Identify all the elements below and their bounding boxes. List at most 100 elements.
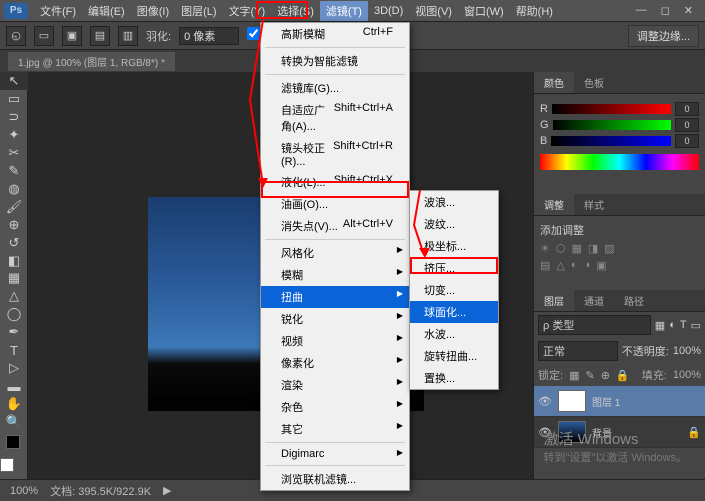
intersect-sel-icon[interactable]: ▥ (118, 26, 138, 46)
bg-color[interactable] (0, 458, 14, 472)
menu-view[interactable]: 视图(V) (409, 1, 458, 21)
menu-3d[interactable]: 3D(D) (368, 3, 409, 19)
pen-tool[interactable]: ✒ (0, 323, 28, 341)
lock-icon[interactable]: ▦ (569, 369, 579, 382)
layer-kind[interactable]: ρ 类型 (538, 315, 651, 335)
sub-sel-icon[interactable]: ▤ (90, 26, 110, 46)
layers-tab[interactable]: 图层 (534, 290, 574, 311)
zoom-level[interactable]: 100% (10, 485, 38, 497)
b-value[interactable]: 0 (675, 134, 699, 148)
menu-help[interactable]: 帮助(H) (510, 1, 559, 21)
menu-window[interactable]: 窗口(W) (458, 1, 510, 21)
menu-adaptive[interactable]: 自适应广角(A)...Shift+Ctrl+A (261, 99, 409, 137)
menu-sharpen[interactable]: 锐化 (261, 308, 409, 330)
menu-filter-gallery[interactable]: 滤镜库(G)... (261, 77, 409, 99)
crop-tool[interactable]: ✂ (0, 144, 28, 162)
add-sel-icon[interactable]: ▣ (62, 26, 82, 46)
sub-twirl[interactable]: 旋转扭曲... (410, 345, 498, 367)
menu-image[interactable]: 图像(I) (131, 1, 175, 21)
hand-tool[interactable]: ✋ (0, 395, 28, 413)
shape-tool[interactable]: ▬ (0, 377, 28, 395)
menu-smart-filter[interactable]: 转换为智能滤镜 (261, 50, 409, 72)
move-tool[interactable]: ↖ (0, 72, 28, 90)
document-tab[interactable]: 1.jpg @ 100% (图层 1, RGB/8*) * (8, 52, 175, 71)
path-tool[interactable]: ▷ (0, 359, 28, 377)
swatch-tab[interactable]: 色板 (574, 72, 614, 93)
menu-type[interactable]: 文字(Y) (223, 1, 272, 21)
channels-tab[interactable]: 通道 (574, 290, 614, 311)
menu-blur[interactable]: 模糊 (261, 264, 409, 286)
menu-liquify[interactable]: 液化(L)...Shift+Ctrl+X (261, 171, 409, 193)
styles-tab[interactable]: 样式 (574, 194, 614, 215)
menu-file[interactable]: 文件(F) (34, 1, 82, 21)
gradient-tool[interactable]: ▦ (0, 269, 28, 287)
lock-icon[interactable]: 🔒 (616, 369, 630, 382)
r-value[interactable]: 0 (675, 102, 699, 116)
g-slider[interactable] (553, 120, 671, 130)
sub-displace[interactable]: 置换... (410, 367, 498, 389)
refine-edge-button[interactable]: 调整边缘... (628, 25, 699, 47)
stamp-tool[interactable]: ⊕ (0, 216, 28, 234)
menu-distort[interactable]: 扭曲 (261, 286, 409, 308)
blur-tool[interactable]: △ (0, 287, 28, 305)
lasso-tool[interactable]: ⊃ (0, 108, 28, 126)
visibility-icon[interactable]: 👁 (538, 395, 552, 408)
paths-tab[interactable]: 路径 (614, 290, 654, 311)
menu-other[interactable]: 其它 (261, 418, 409, 440)
menu-edit[interactable]: 编辑(E) (82, 1, 131, 21)
menu-oil[interactable]: 油画(O)... (261, 193, 409, 215)
maximize-icon[interactable]: ◻ (661, 4, 670, 17)
g-value[interactable]: 0 (675, 118, 699, 132)
sub-spherize[interactable]: 球面化... (410, 301, 498, 323)
menu-filter[interactable]: 滤镜(T) (320, 1, 368, 21)
chevron-icon[interactable]: ▶ (163, 484, 171, 497)
opacity-value[interactable]: 100% (673, 345, 701, 357)
b-slider[interactable] (551, 136, 671, 146)
menu-render[interactable]: 渲染 (261, 374, 409, 396)
layer-name[interactable]: 图层 1 (592, 394, 620, 409)
color-tab[interactable]: 颜色 (534, 72, 574, 93)
layer-row[interactable]: 👁 图层 1 (534, 386, 705, 417)
menu-lens[interactable]: 镜头校正(R)...Shift+Ctrl+R (261, 137, 409, 171)
menu-pixelate[interactable]: 像素化 (261, 352, 409, 374)
type-tool[interactable]: T (0, 341, 28, 359)
zoom-tool[interactable]: 🔍 (0, 413, 28, 431)
fill-value[interactable]: 100% (673, 369, 701, 381)
feather-input[interactable] (179, 27, 239, 45)
menu-layer[interactable]: 图层(L) (175, 1, 222, 21)
sub-shear[interactable]: 切变... (410, 279, 498, 301)
eyedropper-tool[interactable]: ✎ (0, 162, 28, 180)
fg-color[interactable] (6, 435, 20, 449)
menu-digimarc[interactable]: Digimarc (261, 445, 409, 463)
heal-tool[interactable]: ◍ (0, 180, 28, 198)
wand-tool[interactable]: ✦ (0, 126, 28, 144)
menu-last-filter[interactable]: 高斯模糊Ctrl+F (261, 23, 409, 45)
tool-preset-icon[interactable]: ◵ (6, 26, 26, 46)
layer-thumb[interactable] (558, 390, 586, 412)
lock-icon[interactable]: ✎ (585, 369, 594, 382)
r-slider[interactable] (552, 104, 671, 114)
menu-select[interactable]: 选择(S) (271, 1, 320, 21)
spectrum[interactable] (540, 154, 699, 170)
rect-marquee-icon[interactable]: ▭ (34, 26, 54, 46)
eraser-tool[interactable]: ◧ (0, 252, 28, 270)
lock-icon[interactable]: ⊕ (601, 369, 610, 382)
filter-icon[interactable]: T (680, 319, 687, 331)
menu-browse-online[interactable]: 浏览联机滤镜... (261, 468, 409, 490)
history-brush-tool[interactable]: ↺ (0, 234, 28, 252)
menu-stylize[interactable]: 风格化 (261, 242, 409, 264)
menu-vanish[interactable]: 消失点(V)...Alt+Ctrl+V (261, 215, 409, 237)
minimize-icon[interactable]: — (636, 4, 647, 17)
dodge-tool[interactable]: ◯ (0, 305, 28, 323)
marquee-tool[interactable]: ▭ (0, 90, 28, 108)
blend-mode[interactable]: 正常 (538, 341, 618, 361)
menu-noise[interactable]: 杂色 (261, 396, 409, 418)
filter-icon[interactable]: ◐ (669, 319, 676, 331)
close-icon[interactable]: ✕ (684, 4, 693, 17)
brush-tool[interactable]: 🖌 (0, 198, 28, 216)
adjust-tab[interactable]: 调整 (534, 194, 574, 215)
filter-icon[interactable]: ▭ (691, 319, 701, 332)
filter-icon[interactable]: ▦ (655, 319, 665, 332)
sub-zigzag[interactable]: 水波... (410, 323, 498, 345)
menu-video[interactable]: 视频 (261, 330, 409, 352)
